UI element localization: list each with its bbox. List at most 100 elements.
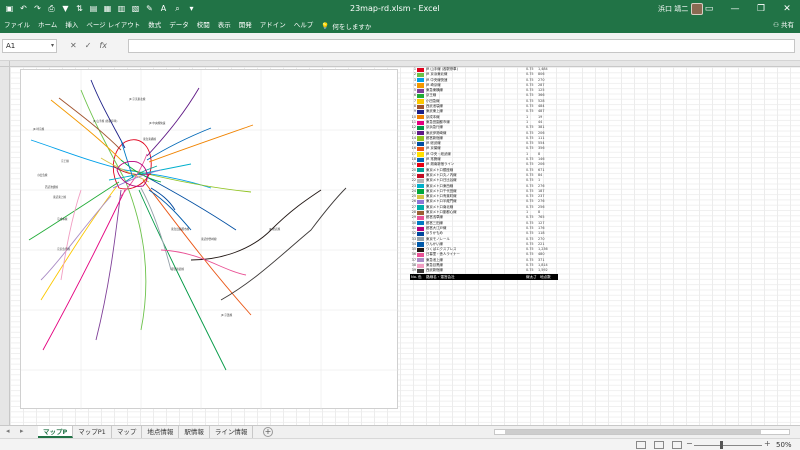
minimize-icon[interactable]: — [722,0,748,18]
color-swatch [417,184,424,189]
pencil-icon[interactable]: ✎ [144,3,155,14]
document-title: 23map-rd.xlsm - Excel [350,4,440,13]
cancel-icon[interactable]: ✕ [70,41,77,50]
customize-toolbar-icon[interactable]: ▾ [186,3,197,14]
insert-function-button[interactable]: fx [99,41,107,50]
add-sheet-button[interactable]: + [263,427,273,437]
name-box[interactable]: A1 ▾ [2,39,57,53]
color-swatch [417,210,424,215]
save-icon[interactable]: ▣ [4,3,15,14]
table-header: No. 色路線名・運営会社 線太さ 地点数 [410,273,558,280]
color-swatch [417,141,424,146]
rail-line [146,127,212,161]
rail-line [42,189,126,351]
status-bar: − + 50% [0,438,800,450]
color-swatch [417,247,424,252]
rail-line [140,187,172,271]
font-color-icon[interactable]: A [158,3,169,14]
chevron-down-icon[interactable]: ▾ [51,40,54,52]
enter-icon[interactable]: ✓ [85,41,92,50]
color-swatch [417,109,424,115]
row-headers[interactable] [0,67,10,425]
map-label: 京浜急行線 [57,247,70,251]
tab-add-ins[interactable]: アドイン [256,18,290,33]
sheet-tab-bar: ◂ ▸ マップP マップP1 マップ 地点情報 駅情報 ライン情報 + [0,425,800,438]
page-layout-view-icon[interactable] [654,441,664,449]
tab-help[interactable]: ヘルプ [290,18,318,33]
color-swatch [417,221,424,226]
undo-icon[interactable]: ↶ [18,3,29,14]
zoom-level[interactable]: 50% [776,441,792,449]
rail-line [112,169,162,189]
color-swatch [417,252,424,258]
print-icon[interactable]: ⎙ [46,3,57,14]
color-swatch [417,168,424,173]
lightbulb-icon: 💡 [321,21,330,30]
worksheet-grid[interactable]: JR 山手線 (各駅停車) JR 京浜東北線 JR 中央線快速 JR 埼京線 東… [0,61,800,425]
filter-icon[interactable]: ▼ [60,3,71,14]
map-label: 京王線 [61,159,69,163]
page-break-view-icon[interactable] [672,441,682,449]
sheet-tab[interactable]: ライン情報 [210,426,254,438]
close-icon[interactable]: ✕ [774,0,800,18]
redo-icon[interactable]: ↷ [32,3,43,14]
sheet-tab[interactable]: マップ [112,426,143,438]
color-swatch [417,258,424,263]
sheet-tab[interactable]: 地点情報 [142,426,180,438]
zoom-icon[interactable]: ⌕ [172,3,183,14]
map-label: 東武伊勢崎線 [201,237,217,241]
color-swatch [417,226,424,231]
zoom-out-button[interactable]: − [686,439,693,448]
next-sheet-icon[interactable]: ▸ [20,427,24,435]
header-name: 路線名・運営会社 [426,274,455,279]
map-label: 東急東横線 [143,137,156,141]
share-icon: ⚇ [773,21,781,29]
image-icon[interactable]: ▧ [130,3,141,14]
formula-input[interactable] [128,39,795,53]
map-label: 京成本線 [57,217,68,221]
zoom-slider[interactable] [694,445,762,446]
scroll-thumb[interactable] [505,430,761,434]
zoom-in-button[interactable]: + [764,439,771,448]
sheet-tab[interactable]: 駅情報 [179,426,210,438]
prev-sheet-icon[interactable]: ◂ [6,427,10,435]
table-icon[interactable]: ▥ [116,3,127,14]
ribbon-display-icon[interactable]: ▭ [696,0,722,18]
quick-access-toolbar: ▣ ↶ ↷ ⎙ ▼ ⇅ ▤ ▦ ▥ ▧ ✎ A ⌕ ▾ [4,3,197,15]
color-swatch [417,194,424,199]
color-swatch [417,231,424,236]
color-swatch [417,136,424,141]
color-swatch [417,72,424,78]
tell-me-box[interactable]: 💡 何をしますか [321,21,371,31]
tab-view[interactable]: 表示 [214,18,235,33]
color-swatch [417,131,424,136]
tab-file[interactable]: ファイル [0,18,34,33]
tab-formulas[interactable]: 数式 [144,18,165,33]
map-label: JR 総武線 [268,227,281,231]
color-swatch [417,147,424,152]
sheet-tab[interactable]: マップP1 [73,426,112,438]
map-label: 都営新宿線 [171,267,184,271]
open-icon[interactable]: ▤ [88,3,99,14]
map-label: JR 埼京線 [32,127,45,131]
tab-developer[interactable]: 開発 [235,18,256,33]
map-label: JR 中央線快速 [148,121,166,125]
tab-insert[interactable]: 挿入 [61,18,82,33]
share-button[interactable]: ⚇ 共有 [773,18,794,33]
route-map-svg: JR 山手線 (各駅停車) JR 京浜東北線 JR 中央線快速 JR 埼京線 東… [21,70,399,410]
normal-view-icon[interactable] [636,441,646,449]
horizontal-scrollbar[interactable] [494,429,790,435]
title-bar: ▣ ↶ ↷ ⎙ ▼ ⇅ ▤ ▦ ▥ ▧ ✎ A ⌕ ▾ 23map-rd.xls… [0,0,800,18]
tab-review[interactable]: 校閲 [193,18,214,33]
format-icon[interactable]: ▦ [102,3,113,14]
map-label: JR 京浜東北線 [128,97,146,101]
zoom-slider-thumb[interactable] [720,441,723,449]
sort-icon[interactable]: ⇅ [74,3,85,14]
rail-line [190,189,322,261]
rail-line [28,181,120,241]
tab-data[interactable]: データ [165,18,193,33]
tab-page-layout[interactable]: ページ レイアウト [82,18,144,33]
tab-home[interactable]: ホーム [34,18,61,33]
maximize-icon[interactable]: ❐ [748,0,774,18]
sheet-tab[interactable]: マップP [38,426,74,438]
